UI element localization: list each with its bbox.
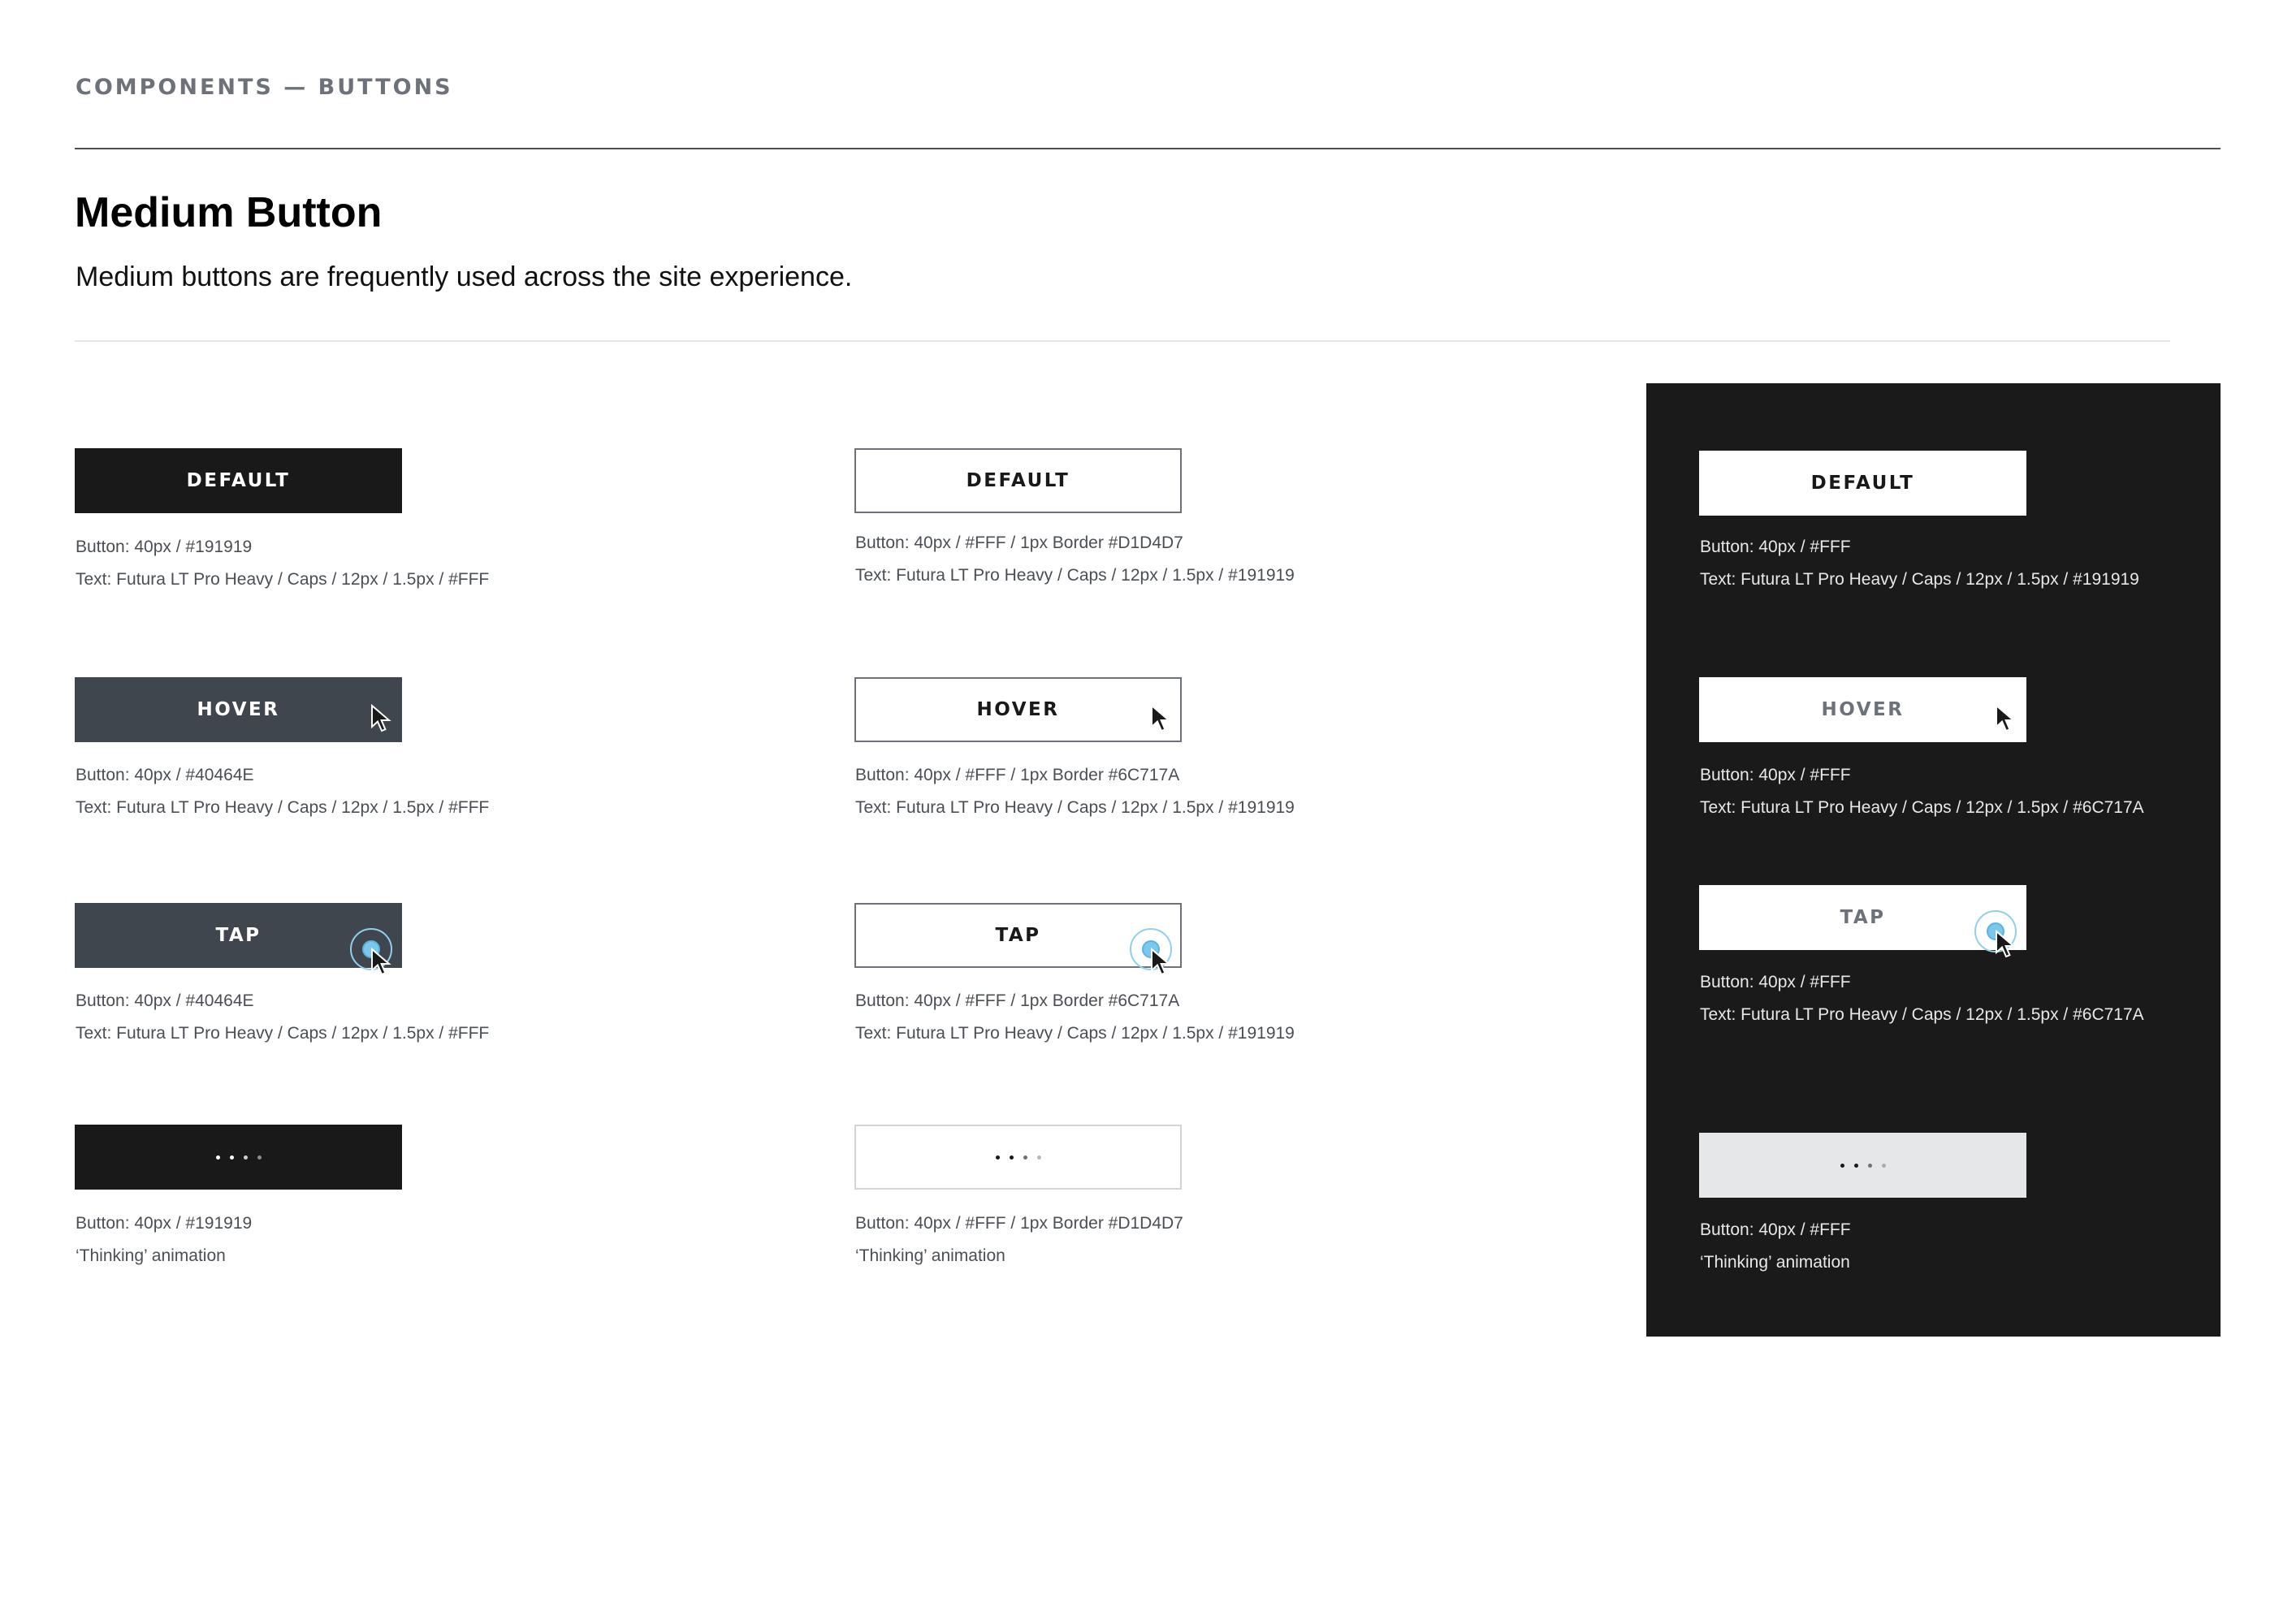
spec-line: Button: 40px / #FFF / 1px Border #6C717A	[855, 991, 1180, 1010]
spec-line: Text: Futura LT Pro Heavy / Caps / 12px …	[1700, 1005, 2144, 1024]
outline-default-spec: Button: 40px / #FFF / 1px Border #D1D4D7…	[855, 527, 1295, 592]
outline-tap-button[interactable]: TAP	[854, 903, 1182, 968]
spec-line: Text: Futura LT Pro Heavy / Caps / 12px …	[76, 1024, 490, 1043]
outline-thinking-button[interactable]	[854, 1125, 1182, 1190]
spec-line: Button: 40px / #FFF	[1700, 973, 1851, 991]
page-description: Medium buttons are frequently used acros…	[76, 261, 853, 292]
header-divider	[75, 148, 2221, 149]
spec-line: Button: 40px / #FFF / 1px Border #6C717A	[855, 766, 1180, 784]
solid-tap-button[interactable]: TAP	[75, 903, 402, 968]
solid-thinking-button[interactable]	[75, 1125, 402, 1190]
outline-tap-spec: Button: 40px / #FFF / 1px Border #6C717A…	[855, 985, 1295, 1050]
loading-dots-icon	[215, 1155, 262, 1160]
inverse-default-button[interactable]: DEFAULT	[1699, 451, 2026, 516]
button-label: TAP	[1840, 907, 1886, 928]
spec-line: Button: 40px / #40464E	[76, 991, 254, 1010]
spec-line: Text: Futura LT Pro Heavy / Caps / 12px …	[1700, 570, 2139, 589]
spec-line: Button: 40px / #191919	[76, 1214, 253, 1233]
spec-line: ‘Thinking’ animation	[855, 1246, 1005, 1265]
spec-line: Button: 40px / #FFF / 1px Border #D1D4D7	[855, 1214, 1183, 1233]
spec-line: Button: 40px / #191919	[76, 538, 253, 556]
inverse-default-spec: Button: 40px / #FFF Text: Futura LT Pro …	[1700, 531, 2139, 596]
loading-dots-icon	[1840, 1163, 1886, 1168]
spec-line: Button: 40px / #FFF	[1700, 1220, 1851, 1239]
solid-hover-spec: Button: 40px / #40464E Text: Futura LT P…	[76, 759, 489, 824]
outline-thinking-spec: Button: 40px / #FFF / 1px Border #D1D4D7…	[855, 1207, 1183, 1272]
solid-thinking-spec: Button: 40px / #191919 ‘Thinking’ animat…	[76, 1207, 252, 1272]
button-label: DEFAULT	[186, 470, 291, 491]
button-label: HOVER	[1821, 699, 1905, 720]
solid-tap-spec: Button: 40px / #40464E Text: Futura LT P…	[76, 985, 489, 1050]
section-divider	[75, 340, 2170, 342]
inverse-thinking-button[interactable]	[1699, 1133, 2026, 1198]
outline-hover-button[interactable]: HOVER	[854, 677, 1182, 742]
spec-line: Button: 40px / #FFF / 1px Border #D1D4D7	[855, 533, 1183, 552]
button-label: HOVER	[197, 699, 280, 720]
button-label: TAP	[995, 925, 1041, 946]
button-label: TAP	[215, 925, 262, 946]
spec-line: Button: 40px / #FFF	[1700, 766, 1851, 784]
inverse-hover-spec: Button: 40px / #FFF Text: Futura LT Pro …	[1700, 759, 2144, 824]
inverse-hover-button[interactable]: HOVER	[1699, 677, 2026, 742]
page-title: Medium Button	[75, 189, 383, 236]
button-label: DEFAULT	[1810, 473, 1915, 494]
spec-line: Text: Futura LT Pro Heavy / Caps / 12px …	[855, 566, 1295, 585]
spec-line: Button: 40px / #40464E	[76, 766, 254, 784]
inverse-tap-spec: Button: 40px / #FFF Text: Futura LT Pro …	[1700, 966, 2144, 1031]
inverse-thinking-spec: Button: 40px / #FFF ‘Thinking’ animation	[1700, 1214, 1851, 1279]
outline-hover-spec: Button: 40px / #FFF / 1px Border #6C717A…	[855, 759, 1295, 824]
section-eyebrow: COMPONENTS — BUTTONS	[76, 75, 453, 100]
outline-default-button[interactable]: DEFAULT	[854, 448, 1182, 513]
button-label: DEFAULT	[966, 470, 1070, 491]
spec-line: Button: 40px / #FFF	[1700, 538, 1851, 556]
spec-line: ‘Thinking’ animation	[76, 1246, 226, 1265]
spec-line: Text: Futura LT Pro Heavy / Caps / 12px …	[1700, 798, 2144, 817]
button-label: HOVER	[976, 699, 1060, 720]
spec-line: Text: Futura LT Pro Heavy / Caps / 12px …	[76, 570, 490, 589]
spec-line: Text: Futura LT Pro Heavy / Caps / 12px …	[855, 1024, 1295, 1043]
solid-default-spec: Button: 40px / #191919 Text: Futura LT P…	[76, 531, 489, 596]
spec-line: Text: Futura LT Pro Heavy / Caps / 12px …	[76, 798, 490, 817]
solid-hover-button[interactable]: HOVER	[75, 677, 402, 742]
inverse-tap-button[interactable]: TAP	[1699, 885, 2026, 950]
spec-line: Text: Futura LT Pro Heavy / Caps / 12px …	[855, 798, 1295, 817]
spec-line: ‘Thinking’ animation	[1700, 1253, 1850, 1272]
solid-default-button[interactable]: DEFAULT	[75, 448, 402, 513]
loading-dots-icon	[995, 1155, 1041, 1160]
